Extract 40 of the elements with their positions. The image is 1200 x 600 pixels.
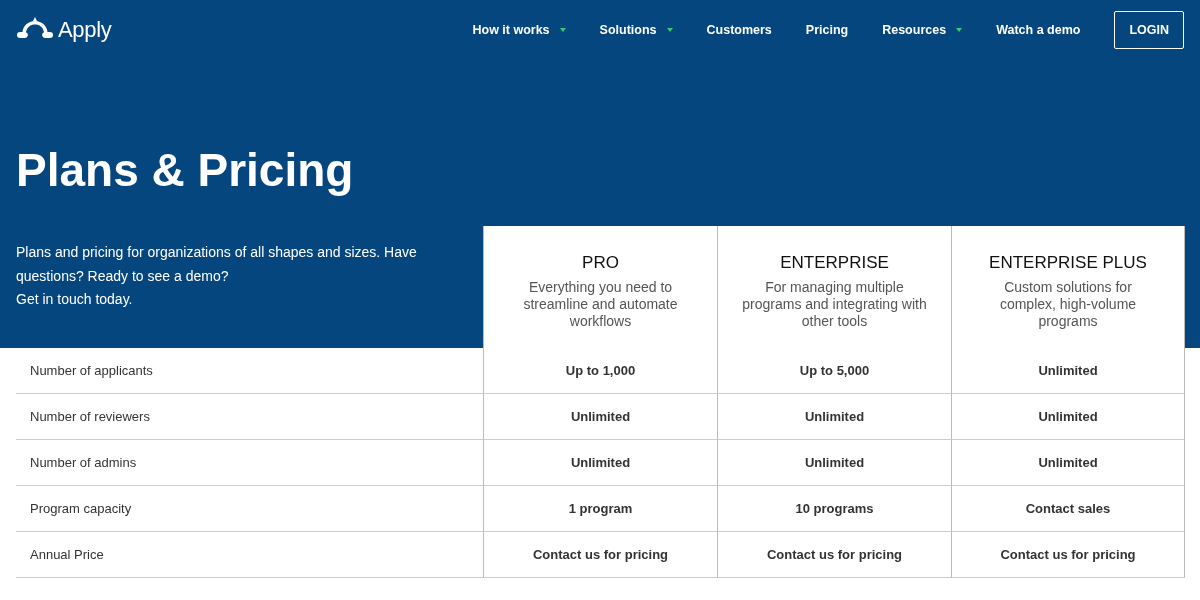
- feature-cell: Number of reviewers: [16, 394, 483, 440]
- plan-description: Custom solutions for complex, high-volume programs: [998, 279, 1138, 330]
- table-cell: Contact us for pricing: [951, 532, 1185, 578]
- intro-text: Get in touch today.: [16, 290, 134, 309]
- logo-text[interactable]: Apply: [58, 17, 112, 43]
- table-cell: Contact sales: [951, 486, 1185, 532]
- login-button[interactable]: LOGIN: [1114, 11, 1184, 49]
- caret-icon: [666, 28, 673, 32]
- table-cell: Up to 5,000: [717, 348, 951, 394]
- table-cell: Unlimited: [717, 394, 951, 440]
- plan-description: For managing multiple programs and integrating with other tools: [742, 279, 927, 330]
- nav-link[interactable]: Pricing: [805, 23, 849, 37]
- intro-text: Plans and pricing for organizations of all shapes and sizes. Have questions? Ready to see a demo?: [16, 243, 418, 286]
- table-cell: Unlimited: [951, 348, 1185, 394]
- nav-link[interactable]: Watch a demo: [996, 23, 1081, 37]
- table-cell: Unlimited: [951, 394, 1185, 440]
- plan-description: Everything you need to streamline and automate workflows: [522, 279, 679, 330]
- table-cell: Unlimited: [483, 394, 717, 440]
- table-cell: Unlimited: [483, 440, 717, 486]
- feature-cell: Number of admins: [16, 440, 483, 486]
- caret-icon: [956, 28, 963, 32]
- feature-cell: Program capacity: [16, 486, 483, 532]
- table-cell: Contact us for pricing: [483, 532, 717, 578]
- caret-icon: [559, 28, 566, 32]
- plan-name: PRO: [581, 253, 620, 273]
- nav-link[interactable]: Solutions: [599, 23, 673, 37]
- page-title: Plans & Pricing: [15, 143, 355, 198]
- table-cell: 1 program: [483, 486, 717, 532]
- table-cell: Unlimited: [951, 440, 1185, 486]
- table-cell: Up to 1,000: [483, 348, 717, 394]
- table-cell: Contact us for pricing: [717, 532, 951, 578]
- table-cell: 10 programs: [717, 486, 951, 532]
- nav-link[interactable]: How it works: [472, 23, 566, 37]
- feature-cell: Number of applicants: [16, 348, 483, 394]
- table-cell: Unlimited: [717, 440, 951, 486]
- feature-cell: Annual Price: [16, 532, 483, 578]
- nav-link[interactable]: Resources: [882, 23, 963, 37]
- nav-link[interactable]: Customers: [706, 23, 772, 37]
- plan-name: ENTERPRISE PLUS: [988, 253, 1148, 273]
- plan-name: ENTERPRISE: [779, 253, 890, 273]
